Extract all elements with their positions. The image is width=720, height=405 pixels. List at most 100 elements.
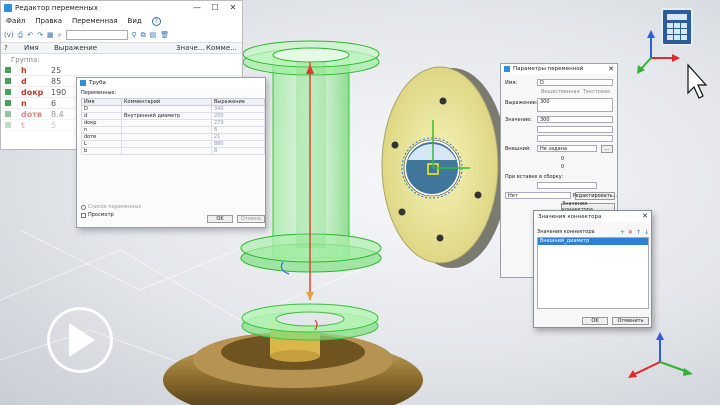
name-field[interactable]: D [537,79,613,86]
connector-values-dialog: Значения коннектора ✕ Значения коннектор… [533,210,652,328]
external-field[interactable]: Не задана [537,145,597,152]
arrow-down-icon[interactable]: ↓ [644,229,649,236]
table-cell-name: b [81,147,122,155]
flag-icon [5,111,11,117]
ok-button[interactable]: OK [582,317,608,325]
insert-label: При вставке в сборку: [505,174,564,180]
play-button[interactable] [47,307,113,373]
search-icon[interactable]: ⚲ [132,31,137,39]
close-icon[interactable]: ✕ [642,212,648,220]
play-icon [69,323,95,357]
column-comment[interactable]: Комментарий [121,98,212,106]
add-variable-icon[interactable]: (v) [4,31,14,39]
menu-file[interactable]: Файл [6,17,25,25]
checkbox-icon [81,212,86,218]
calculator-icon [661,8,693,46]
column-comment[interactable]: Комме... [203,44,239,52]
binoculars-icon[interactable]: ⌕ [58,31,62,40]
table-row[interactable]: d Внутренний диаметр 200 [81,112,265,120]
table-row[interactable]: n6 [81,126,265,134]
table-cell-comment [121,140,212,148]
connector-titlebar: Значения коннектора [534,211,651,222]
add-icon[interactable]: + [620,229,625,236]
close-icon[interactable]: ✕ [608,65,614,73]
menu-edit[interactable]: Правка [35,17,62,25]
pipe-variables-table: Имя Комментарий Выражение D 340 d Внутренни… [81,98,265,155]
table-row[interactable]: L 880 [81,140,265,148]
editor-toolbar: (v) ⎙ ↶ ↷ ▦ ⌕ ⚲ ⧉ ▤ 🗑 [1,28,242,42]
menu-variable[interactable]: Переменная [72,17,118,25]
list-item[interactable]: Внешний_диаметр [538,238,648,245]
column-name[interactable]: Имя [81,98,122,106]
radio-icon [81,204,86,210]
column-flag: ? [4,44,8,52]
table-row[interactable]: b8 [81,147,265,155]
name-label: Имя: [505,80,518,86]
value-field: 300 [537,116,613,123]
table-row[interactable]: dокр 270 [81,119,265,127]
preview-checkbox[interactable]: Просмотр [81,212,114,218]
table-row[interactable]: dотв 21 [81,133,265,141]
insert-combo[interactable] [537,182,597,189]
triad-bottom [628,332,693,378]
table-cell-expr: 880 [211,140,265,148]
undo-icon[interactable]: ↶ [27,31,33,39]
dialog-icon [80,80,86,86]
table-cell-comment [121,133,212,141]
minimize-icon[interactable]: — [188,1,206,14]
connector-combo[interactable]: Нет [505,192,571,199]
group-row[interactable]: Группа: [1,54,242,65]
connector-list-label: Значения коннектора [537,229,595,235]
connector-list-header: Значения коннектора + ✕ ↑ ↓ [537,228,649,236]
connector-values-list: Внешний_диаметр [537,237,649,309]
editor-titlebar: Редактор переменных — ☐ ✕ [1,1,242,14]
delete-icon[interactable]: 🗑 [160,31,169,39]
pipe-title: Труба [89,80,106,86]
app-icon [4,3,12,12]
delete-icon[interactable]: ✕ [628,229,633,236]
expression-field[interactable]: 300 [537,98,613,112]
edit-button[interactable]: Редактировать... [573,192,617,200]
range-min: 0 [561,156,565,162]
redo-icon[interactable]: ↷ [37,31,43,39]
table-cell-name: dотв [81,133,122,141]
table-cell-expr: 340 [211,105,265,113]
copy-icon[interactable]: ⧉ [141,31,146,40]
cancel-button[interactable]: Отменить [612,317,649,325]
filter-combo[interactable] [65,30,128,40]
table-row[interactable]: D 340 [81,105,265,113]
expression-label: Выражение: [505,100,538,106]
preview-label: Просмотр [88,212,114,218]
pipe-titlebar: Труба [77,78,265,88]
unit-field[interactable] [537,135,613,142]
ok-button[interactable]: OK [207,215,233,223]
arrow-up-icon[interactable]: ↑ [636,229,641,236]
table-icon[interactable]: ▦ [47,31,54,39]
menu-view[interactable]: Вид [128,17,142,25]
params-titlebar: Параметры переменной [501,64,617,74]
close-icon[interactable]: ✕ [224,1,242,14]
print-icon[interactable]: ⎙ [18,31,24,40]
connector-title: Значения коннектора [538,213,602,220]
column-expression[interactable]: Выражение [51,44,173,52]
paste-icon[interactable]: ▤ [150,31,157,39]
comment-field[interactable] [537,126,613,133]
browse-button[interactable]: … [601,145,613,153]
table-cell-name: n [81,126,122,134]
table-cell-comment [121,105,212,113]
type-real-radio[interactable]: Вещественная [541,89,580,95]
help-icon[interactable]: ? [151,16,161,26]
table-cell-expr: 270 [211,119,265,127]
cancel-button[interactable]: Отмена [237,215,265,223]
table-cell-comment [121,119,212,127]
column-value[interactable]: Значе... [173,44,204,52]
flag-icon [5,89,11,95]
value-label: Значение: [505,117,532,123]
column-expression[interactable]: Выражение [211,98,265,106]
variable-list-option[interactable]: Список переменных [81,204,141,210]
column-name[interactable]: Имя [21,44,51,52]
type-text-radio[interactable]: Текстовая [583,89,610,95]
maximize-icon[interactable]: ☐ [206,1,224,14]
variable-row[interactable]: h 25 [1,65,242,76]
table-cell-expr: 8 [211,147,265,155]
